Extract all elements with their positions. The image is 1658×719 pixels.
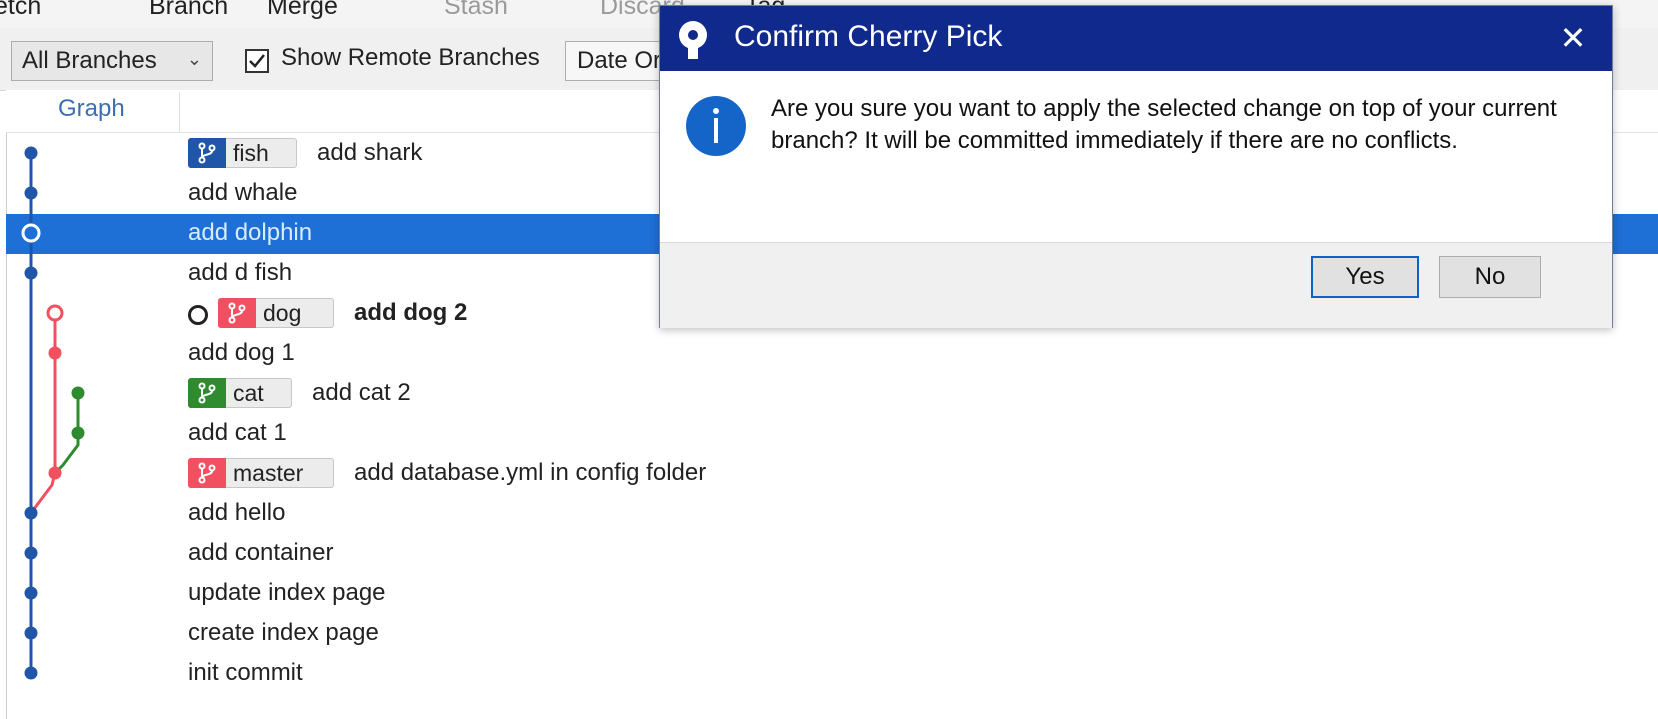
commit-node[interactable] (24, 186, 38, 200)
commit-message[interactable]: update index page (188, 579, 386, 607)
close-button[interactable]: ✕ (1553, 18, 1593, 58)
commit-node[interactable] (21, 223, 41, 243)
commit-node[interactable] (24, 546, 38, 560)
commit-node[interactable] (71, 426, 85, 440)
dialog-title-bar[interactable]: Confirm Cherry Pick ✕ (660, 6, 1612, 71)
commit-message[interactable]: add dog 1 (188, 339, 295, 367)
branch-tag-dog[interactable]: dog (218, 298, 334, 328)
show-remote-checkbox[interactable] (245, 49, 269, 73)
branch-tag-label: dog (263, 300, 302, 326)
commit-message[interactable]: init commit (188, 659, 303, 687)
cherry-pick-dialog: Confirm Cherry Pick ✕ Are you sure you w… (659, 5, 1613, 328)
branch-icon (188, 138, 226, 168)
commit-message[interactable]: create index page (188, 619, 379, 647)
branch-icon (188, 378, 226, 408)
head-indicator (188, 305, 208, 325)
dialog-message: Are you sure you want to apply the selec… (771, 95, 1557, 154)
commit-node[interactable] (24, 506, 38, 520)
commit-node[interactable] (24, 146, 38, 160)
commit-message[interactable]: add cat 2 (312, 379, 411, 407)
branch-tag-master[interactable]: master (188, 458, 334, 488)
branch-tag-fish[interactable]: fish (188, 138, 297, 168)
commit-node[interactable] (71, 386, 85, 400)
close-icon: ✕ (1559, 20, 1587, 56)
no-button[interactable]: No (1439, 256, 1541, 298)
commit-message[interactable]: add d fish (188, 259, 292, 287)
stash-button[interactable]: Stash (444, 0, 508, 21)
show-remote-label: Show Remote Branches (281, 44, 540, 71)
chevron-down-icon: ⌄ (186, 49, 202, 69)
yes-button[interactable]: Yes (1311, 256, 1419, 298)
info-icon (686, 96, 746, 156)
dialog-title: Confirm Cherry Pick (734, 20, 1003, 53)
dialog-footer: Yes No (660, 242, 1612, 328)
branch-tag-label: fish (233, 140, 269, 166)
commit-node[interactable] (24, 266, 38, 280)
commit-message[interactable]: add container (188, 539, 333, 567)
commit-message[interactable]: add hello (188, 499, 285, 527)
branch-tag-label: cat (233, 380, 264, 406)
commit-message[interactable]: add dolphin (188, 219, 312, 247)
commit-graph (21, 146, 85, 680)
branch-tag-label: master (233, 460, 304, 486)
commit-node[interactable] (48, 466, 62, 480)
branch-icon (188, 458, 226, 488)
commit-node[interactable] (46, 304, 64, 322)
commit-node[interactable] (24, 586, 38, 600)
commit-node[interactable] (24, 666, 38, 680)
commit-message[interactable]: add dog 2 (354, 299, 467, 327)
merge-button[interactable]: Merge (267, 0, 338, 21)
sourcetree-logo-icon (679, 21, 707, 59)
branch-button[interactable]: Branch (149, 0, 228, 21)
commit-message[interactable]: add database.yml in config folder (354, 459, 706, 487)
branch-tag-cat[interactable]: cat (188, 378, 292, 408)
checkmark-icon (249, 54, 265, 68)
commit-message[interactable]: add whale (188, 179, 297, 207)
branch-icon (218, 298, 256, 328)
graph-edge (29, 313, 57, 514)
commit-node[interactable] (24, 626, 38, 640)
commit-node[interactable] (48, 346, 62, 360)
commit-message[interactable]: add shark (317, 139, 422, 167)
commit-message[interactable]: add cat 1 (188, 419, 287, 447)
column-divider[interactable] (179, 92, 180, 132)
